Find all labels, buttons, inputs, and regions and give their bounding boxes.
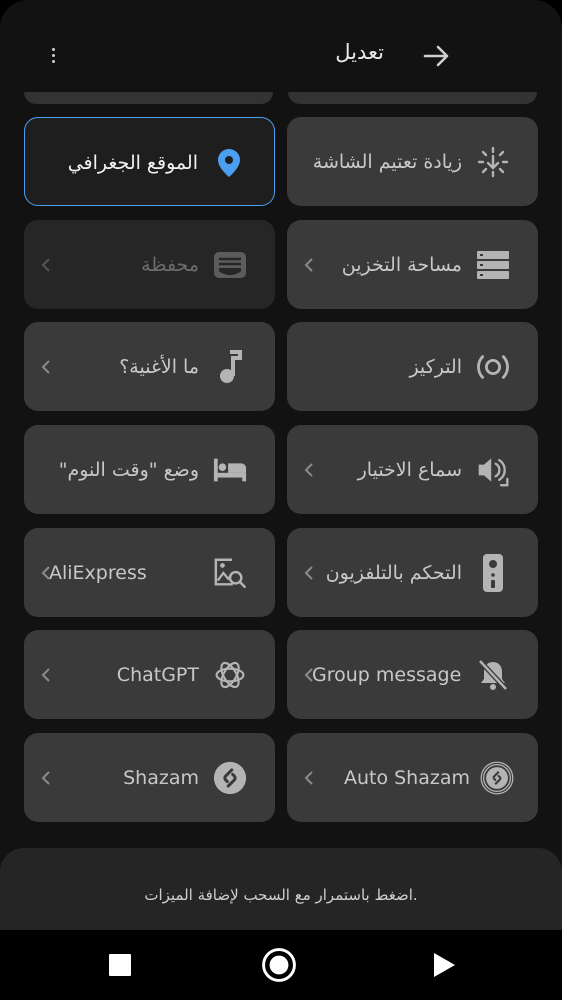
notifications-off-icon [476, 658, 510, 692]
tile-chatgpt[interactable]: ChatGPT [24, 630, 275, 719]
tile-label: مساحة التخزين [341, 254, 462, 276]
tile-label: الموقع الجغرافي [67, 152, 198, 174]
shazam-icon [213, 761, 247, 795]
wallet-icon [213, 248, 247, 282]
tile-peek [288, 92, 537, 104]
tile-tv-remote[interactable]: التحكم بالتلفزيون [287, 528, 538, 617]
tile-label: سماع الاختيار [357, 459, 462, 481]
chevron-left-icon [38, 250, 54, 280]
chevron-left-icon [38, 558, 54, 588]
arrow-right-icon[interactable] [420, 40, 454, 72]
storage-icon [476, 248, 510, 282]
tile-peek [24, 92, 273, 104]
extra-dim-icon [476, 145, 510, 179]
square-icon[interactable] [102, 947, 138, 983]
tile-auto-shazam[interactable]: Auto Shazam [287, 733, 538, 822]
navigation-bar [0, 930, 562, 1000]
page-title: تعديل [335, 40, 384, 64]
select-to-speak-icon [476, 453, 510, 487]
image-search-icon [213, 556, 247, 590]
tile-wallet[interactable]: محفظة [24, 220, 275, 309]
chevron-left-icon [301, 250, 317, 280]
tile-storage[interactable]: مساحة التخزين [287, 220, 538, 309]
tile-label: ما الأغنية؟ [119, 356, 199, 378]
bed-icon [213, 453, 247, 487]
triangle-icon[interactable] [426, 947, 462, 983]
chatgpt-icon [213, 658, 247, 692]
tile-label: Group messages [312, 664, 462, 686]
tile-label: وضع "وقت النوم" [58, 459, 199, 481]
chevron-left-icon [38, 660, 54, 690]
chevron-left-icon [301, 455, 317, 485]
tile-label: زيادة تعتيم الشاشة [312, 151, 462, 173]
auto-shazam-icon [480, 761, 514, 795]
tile-label: التركيز [409, 356, 462, 378]
tile-label: Auto Shazam [343, 767, 470, 789]
tile-aliexpress[interactable]: AliExpress [24, 528, 275, 617]
tile-now-playing[interactable]: ما الأغنية؟ [24, 322, 275, 411]
tile-extra-dim[interactable]: زيادة تعتيم الشاشة [287, 117, 538, 206]
tile-label: AliExpress [49, 562, 147, 584]
more-vertical-icon[interactable] [38, 38, 68, 72]
chevron-left-icon [301, 763, 317, 793]
drag-hint-text: اضغط باستمرار مع السحب لإضافة الميزات. [144, 886, 418, 904]
header: تعديل [0, 0, 562, 100]
tile-select-to-speak[interactable]: سماع الاختيار [287, 425, 538, 514]
circle-icon[interactable] [261, 947, 297, 983]
tile-label: محفظة [141, 254, 199, 276]
edit-tiles-sheet: تعديل الموقع الجغرافي زيادة تعتيم الشاشة… [0, 0, 562, 930]
tv-remote-icon [476, 554, 510, 592]
tile-bedtime[interactable]: وضع "وقت النوم" [24, 425, 275, 514]
tile-shazam[interactable]: Shazam [24, 733, 275, 822]
chevron-left-icon [38, 763, 54, 793]
focus-icon [476, 350, 510, 384]
chevron-left-icon [301, 558, 317, 588]
chevron-left-icon [301, 660, 317, 690]
music-note-icon [213, 350, 247, 384]
chevron-left-icon [38, 352, 54, 382]
tile-label: Shazam [123, 767, 199, 789]
tile-group-messages[interactable]: Group messages [287, 630, 538, 719]
add-tiles-panel: اضغط باستمرار مع السحب لإضافة الميزات. [0, 848, 562, 930]
location-pin-icon [212, 146, 246, 180]
tile-focus[interactable]: التركيز [287, 322, 538, 411]
tile-label: ChatGPT [116, 664, 199, 686]
tile-label: التحكم بالتلفزيون [325, 562, 462, 584]
tile-location[interactable]: الموقع الجغرافي [24, 117, 275, 206]
